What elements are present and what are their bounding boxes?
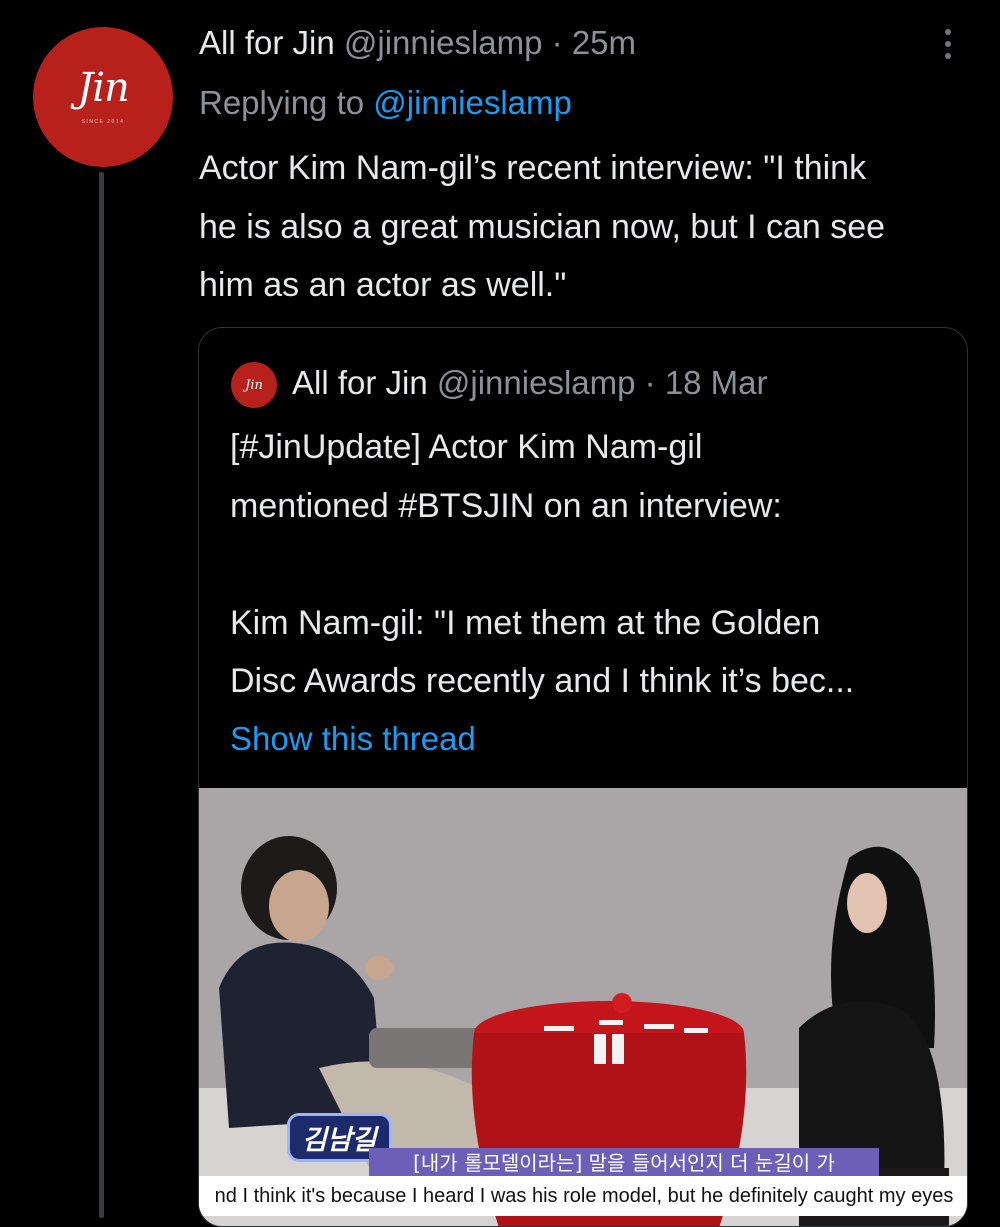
avatar-logo-text: Jin (77, 65, 130, 111)
avatar-logo-subtext: SINCE 2014 (81, 119, 125, 125)
author-handle[interactable]: @jinnieslamp (344, 24, 543, 61)
tweet-header: All for Jin @jinnieslamp · 25m (199, 22, 636, 64)
replying-mention-link[interactable]: @jinnieslamp (373, 84, 572, 121)
header-separator: · (542, 24, 572, 61)
replying-to: Replying to @jinnieslamp (199, 82, 572, 124)
more-dot (945, 41, 951, 47)
more-dot (945, 29, 951, 35)
tweet-timestamp[interactable]: 25m (572, 24, 636, 61)
author-avatar[interactable]: Jin SINCE 2014 (33, 27, 173, 167)
replying-prefix: Replying to (199, 84, 374, 121)
english-subtitle: nd I think it's because I heard I was hi… (199, 1176, 967, 1216)
quoted-tweet-media-image[interactable]: 김남길 [내가 롤모델이라는] 말을 들어서인지 더 눈길이 가 nd I th… (199, 788, 967, 1226)
quoted-tweet-text: [#JinUpdate] Actor Kim Nam-gil mentioned… (230, 428, 855, 700)
quoted-tweet-date: 18 Mar (664, 364, 768, 401)
quoted-author-handle: @jinnieslamp (436, 364, 636, 401)
tweet-text: Actor Kim Nam-gil’s recent interview: "I… (199, 149, 886, 304)
thread-connector-line (99, 172, 104, 1218)
more-dot (945, 53, 951, 59)
more-vertical-icon[interactable] (930, 26, 966, 62)
quoted-tweet-header: All for Jin @jinnieslamp · 18 Mar (292, 362, 768, 404)
quoted-author-avatar: Jin (231, 362, 277, 408)
korean-subtitle: [내가 롤모델이라는] 말을 들어서인지 더 눈길이 가 (369, 1148, 879, 1178)
show-thread-link[interactable]: Show this thread (230, 718, 476, 760)
quoted-header-separator: · (635, 364, 665, 401)
quoted-author-name: All for Jin (292, 364, 428, 401)
quoted-tweet-card[interactable]: Jin All for Jin @jinnieslamp · 18 Mar [#… (198, 327, 968, 1227)
author-name[interactable]: All for Jin (199, 24, 335, 61)
